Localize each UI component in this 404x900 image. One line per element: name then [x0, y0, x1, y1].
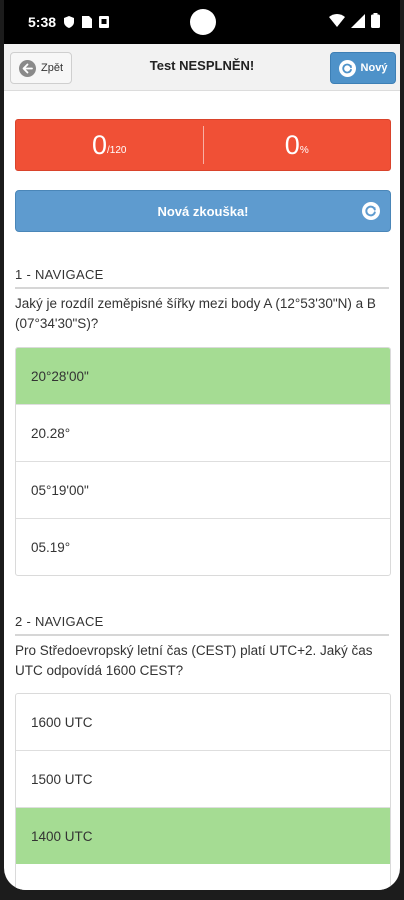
answer-option[interactable]: 1500 UTC: [16, 751, 390, 808]
answer-option[interactable]: 20.28°: [16, 405, 390, 462]
score-points: 0 /120: [16, 120, 203, 170]
shield-icon: [64, 15, 74, 28]
question-heading: 1 - NAVIGACE: [15, 267, 389, 289]
status-icons: [329, 13, 380, 33]
new-button[interactable]: Nový: [330, 52, 396, 84]
title-bar: Zpět Test NESPLNĚN! Nový: [4, 44, 400, 91]
score-percent: 0 %: [204, 120, 391, 170]
app-screen: 5:38 Zpět Test NESPLNĚN! Nový 0 /120 0 %…: [4, 0, 400, 890]
wifi-icon: [329, 14, 345, 32]
notification-app-icon: [99, 15, 109, 28]
score-panel: 0 /120 0 %: [15, 119, 391, 171]
answer-option[interactable]: 05°19'00": [16, 462, 390, 519]
answer-option[interactable]: 1400 UTC: [16, 808, 390, 864]
score-points-value: 0: [92, 129, 108, 160]
answer-list: 1600 UTC 1500 UTC 1400 UTC: [15, 693, 391, 890]
score-points-total: /120: [107, 144, 127, 156]
new-test-label: Nová zkouška!: [157, 203, 249, 219]
question-text: Jaký je rozdíl zeměpisné šířky mezi body…: [15, 296, 376, 331]
question-text: Pro Středoevropský letní čas (CEST) plat…: [15, 643, 373, 678]
question-heading: 2 - NAVIGACE: [15, 614, 389, 636]
status-bar: 5:38: [4, 0, 400, 44]
status-time: 5:38: [28, 14, 57, 30]
battery-icon: [371, 13, 380, 33]
answer-option[interactable]: 1600 UTC: [16, 694, 390, 751]
score-percent-value: 0: [284, 129, 300, 160]
refresh-icon: [362, 202, 380, 220]
answer-option[interactable]: 05.19°: [16, 519, 390, 575]
gesture-nav-handle[interactable]: [152, 885, 248, 889]
new-test-button[interactable]: Nová zkouška!: [15, 190, 391, 232]
new-button-label: Nový: [360, 62, 388, 74]
refresh-icon: [338, 59, 356, 77]
answer-list: 20°28'00" 20.28° 05°19'00" 05.19°: [15, 347, 391, 576]
sim-card-icon: [82, 15, 92, 28]
signal-icon: [351, 13, 365, 33]
score-percent-unit: %: [299, 144, 309, 156]
camera-cutout: [190, 9, 216, 35]
answer-option[interactable]: 20°28'00": [16, 348, 390, 405]
